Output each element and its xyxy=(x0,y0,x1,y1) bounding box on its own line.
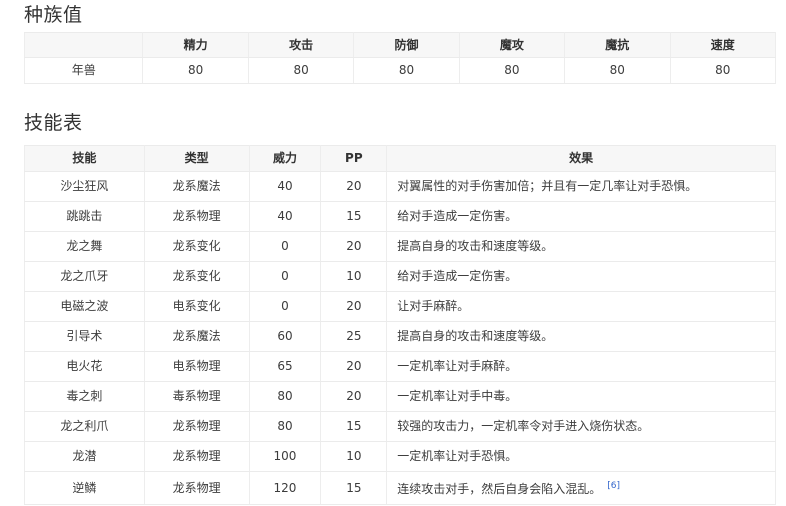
stats-col-header-name xyxy=(25,33,143,58)
skill-pp-cell: 20 xyxy=(321,172,387,202)
skill-pp-cell: 10 xyxy=(321,442,387,472)
skill-name-cell: 引导术 xyxy=(25,322,145,352)
skill-power-cell: 80 xyxy=(249,412,321,442)
skill-effect-cell: 一定机率让对手中毒。 xyxy=(387,382,776,412)
skill-effect-cell: 提高自身的攻击和速度等级。 xyxy=(387,322,776,352)
skill-pp-cell: 15 xyxy=(321,202,387,232)
skill-power-cell: 40 xyxy=(249,202,321,232)
table-row: 龙之爪牙龙系变化010给对手造成一定伤害。 xyxy=(25,262,776,292)
skill-type-cell: 电系物理 xyxy=(144,352,249,382)
skill-type-cell: 龙系物理 xyxy=(144,412,249,442)
stats-col-header-matk: 魔攻 xyxy=(459,33,564,58)
base-stats-table: 精力 攻击 防御 魔攻 魔抗 速度 年兽 80 80 80 80 80 80 xyxy=(24,32,776,84)
skill-effect-cell: 给对手造成一定伤害。 xyxy=(387,262,776,292)
stats-col-header-hp: 精力 xyxy=(143,33,248,58)
skill-type-cell: 龙系魔法 xyxy=(144,322,249,352)
skill-type-cell: 龙系变化 xyxy=(144,262,249,292)
stats-value-hp: 80 xyxy=(143,58,248,84)
skill-type-cell: 毒系物理 xyxy=(144,382,249,412)
stats-value-atk: 80 xyxy=(248,58,353,84)
table-row: 龙潜龙系物理10010一定机率让对手恐惧。 xyxy=(25,442,776,472)
skill-type-cell: 龙系物理 xyxy=(144,442,249,472)
table-row: 引导术龙系魔法6025提高自身的攻击和速度等级。 xyxy=(25,322,776,352)
skill-pp-cell: 25 xyxy=(321,322,387,352)
skill-name-cell: 电火花 xyxy=(25,352,145,382)
skill-name-cell: 龙潜 xyxy=(25,442,145,472)
skill-name-cell: 龙之舞 xyxy=(25,232,145,262)
table-row: 电火花电系物理6520一定机率让对手麻醉。 xyxy=(25,352,776,382)
skill-effect-cell: 对翼属性的对手伤害加倍；并且有一定几率让对手恐惧。 xyxy=(387,172,776,202)
skill-power-cell: 40 xyxy=(249,172,321,202)
skill-effect-cell: 让对手麻醉。 xyxy=(387,292,776,322)
skill-power-cell: 100 xyxy=(249,442,321,472)
skill-pp-cell: 20 xyxy=(321,382,387,412)
skill-type-cell: 电系变化 xyxy=(144,292,249,322)
skills-col-header-effect: 效果 xyxy=(387,146,776,172)
table-row: 电磁之波电系变化020让对手麻醉。 xyxy=(25,292,776,322)
skill-pp-cell: 10 xyxy=(321,262,387,292)
skill-effect-cell: 一定机率让对手麻醉。 xyxy=(387,352,776,382)
table-row: 龙之舞龙系变化020提高自身的攻击和速度等级。 xyxy=(25,232,776,262)
page-title-skills: 技能表 xyxy=(24,112,83,134)
table-row: 沙尘狂风龙系魔法4020对翼属性的对手伤害加倍；并且有一定几率让对手恐惧。 xyxy=(25,172,776,202)
stats-col-header-mdef: 魔抗 xyxy=(565,33,670,58)
skill-effect-cell: 连续攻击对手，然后自身会陷入混乱。[6] xyxy=(387,472,776,505)
skill-power-cell: 0 xyxy=(249,292,321,322)
skill-power-cell: 0 xyxy=(249,232,321,262)
skill-name-cell: 沙尘狂风 xyxy=(25,172,145,202)
skills-col-header-pp: PP xyxy=(321,146,387,172)
skills-header-row: 技能 类型 威力 PP 效果 xyxy=(25,146,776,172)
skill-pp-cell: 15 xyxy=(321,412,387,442)
skill-pp-cell: 20 xyxy=(321,352,387,382)
skill-pp-cell: 15 xyxy=(321,472,387,505)
stats-col-header-speed: 速度 xyxy=(670,33,776,58)
skill-power-cell: 80 xyxy=(249,382,321,412)
stats-row-name: 年兽 xyxy=(25,58,143,84)
skill-name-cell: 电磁之波 xyxy=(25,292,145,322)
table-row: 跳跳击龙系物理4015给对手造成一定伤害。 xyxy=(25,202,776,232)
skill-type-cell: 龙系魔法 xyxy=(144,172,249,202)
skill-power-cell: 60 xyxy=(249,322,321,352)
table-row: 毒之刺毒系物理8020一定机率让对手中毒。 xyxy=(25,382,776,412)
skill-type-cell: 龙系物理 xyxy=(144,472,249,505)
table-row: 逆鳞龙系物理12015连续攻击对手，然后自身会陷入混乱。[6] xyxy=(25,472,776,505)
skill-power-cell: 0 xyxy=(249,262,321,292)
skill-effect-cell: 给对手造成一定伤害。 xyxy=(387,202,776,232)
skill-effect-cell: 提高自身的攻击和速度等级。 xyxy=(387,232,776,262)
skill-pp-cell: 20 xyxy=(321,292,387,322)
skill-name-cell: 逆鳞 xyxy=(25,472,145,505)
skill-type-cell: 龙系变化 xyxy=(144,232,249,262)
skill-name-cell: 毒之刺 xyxy=(25,382,145,412)
skills-col-header-type: 类型 xyxy=(144,146,249,172)
skill-name-cell: 龙之利爪 xyxy=(25,412,145,442)
reference-link[interactable]: [6] xyxy=(607,481,620,491)
stats-header-row: 精力 攻击 防御 魔攻 魔抗 速度 xyxy=(25,33,776,58)
skill-pp-cell: 20 xyxy=(321,232,387,262)
skills-table: 技能 类型 威力 PP 效果 沙尘狂风龙系魔法4020对翼属性的对手伤害加倍；并… xyxy=(24,145,776,505)
skill-power-cell: 65 xyxy=(249,352,321,382)
skill-name-cell: 龙之爪牙 xyxy=(25,262,145,292)
skill-effect-cell: 较强的攻击力，一定机率令对手进入烧伤状态。 xyxy=(387,412,776,442)
skills-col-header-power: 威力 xyxy=(249,146,321,172)
stats-value-speed: 80 xyxy=(670,58,776,84)
stats-col-header-def: 防御 xyxy=(354,33,459,58)
stats-value-def: 80 xyxy=(354,58,459,84)
stats-col-header-atk: 攻击 xyxy=(248,33,353,58)
table-row: 龙之利爪龙系物理8015较强的攻击力，一定机率令对手进入烧伤状态。 xyxy=(25,412,776,442)
skill-power-cell: 120 xyxy=(249,472,321,505)
skills-col-header-skill: 技能 xyxy=(25,146,145,172)
skill-name-cell: 跳跳击 xyxy=(25,202,145,232)
stats-value-matk: 80 xyxy=(459,58,564,84)
stats-value-mdef: 80 xyxy=(565,58,670,84)
page-root: 种族值 精力 攻击 防御 魔攻 魔抗 速度 年兽 80 80 80 80 8 xyxy=(0,0,786,506)
table-row: 年兽 80 80 80 80 80 80 xyxy=(25,58,776,84)
skill-effect-cell: 一定机率让对手恐惧。 xyxy=(387,442,776,472)
page-title-stats: 种族值 xyxy=(24,4,83,26)
skill-type-cell: 龙系物理 xyxy=(144,202,249,232)
